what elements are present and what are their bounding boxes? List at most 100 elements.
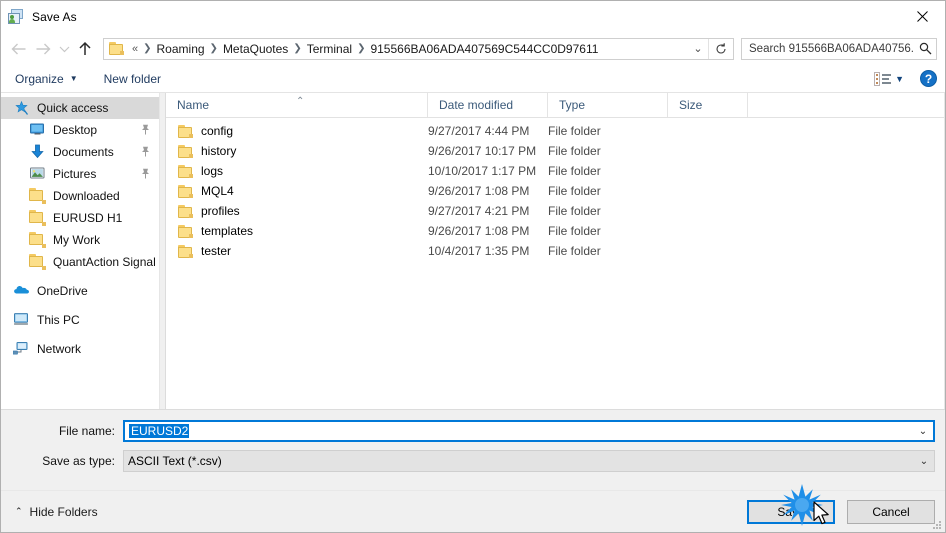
file-rows: config 9/27/2017 4:44 PM File folder his… — [166, 118, 944, 409]
sort-ascending-icon: ⌃ — [296, 96, 305, 107]
save-as-app-icon — [8, 8, 24, 25]
sidebar-item-my-work[interactable]: My Work — [1, 229, 159, 251]
refresh-icon[interactable] — [708, 38, 733, 59]
sidebar-item-label: Pictures — [53, 167, 97, 181]
sidebar-item-this-pc[interactable]: This PC — [1, 309, 159, 331]
breadcrumb-metaquotes[interactable]: MetaQuotes — [220, 42, 291, 56]
file-list-pane: Name ⌃ Date modified Type Size config 9/… — [166, 93, 945, 409]
folder-icon — [29, 210, 46, 226]
onedrive-cloud-icon — [13, 283, 30, 299]
file-name-value-wrap[interactable]: EURUSD2 — [125, 424, 913, 438]
up-arrow-icon[interactable] — [73, 37, 97, 61]
folder-icon — [178, 164, 193, 178]
desktop-icon — [29, 122, 46, 138]
organize-button[interactable]: Organize ▼ — [15, 72, 78, 86]
pane-splitter[interactable] — [159, 93, 166, 409]
back-arrow-icon[interactable] — [7, 37, 31, 61]
sidebar-item-label: This PC — [37, 313, 80, 327]
sidebar-item-label: Quick access — [37, 101, 109, 115]
file-date-modified: 9/26/2017 1:08 PM — [428, 184, 530, 198]
pin-icon[interactable] — [141, 146, 150, 160]
file-type: File folder — [548, 164, 601, 178]
sidebar-item-pictures[interactable]: Pictures — [1, 163, 159, 185]
folder-icon — [178, 204, 193, 218]
sidebar-item-label: Downloaded — [53, 189, 120, 203]
close-icon[interactable] — [899, 1, 945, 31]
navigation-pane: Quick access Desktop Documents Pictures … — [1, 93, 159, 409]
file-name-input[interactable]: EURUSD2 ⌄ — [123, 420, 935, 442]
recent-locations-chevron-icon[interactable] — [55, 37, 73, 61]
pictures-icon — [29, 166, 46, 182]
address-bar[interactable]: « ❯ Roaming ❯ MetaQuotes ❯ Terminal ❯ 91… — [103, 37, 734, 60]
column-header-date-modified[interactable]: Date modified — [428, 93, 548, 117]
forward-arrow-icon[interactable] — [31, 37, 55, 61]
breadcrumb-current-folder[interactable]: 915566BA06ADA407569C544CC0D97611 — [367, 42, 601, 56]
chevron-down-icon: ▼ — [69, 74, 78, 83]
hide-folders-label: Hide Folders — [29, 504, 98, 519]
sidebar-item-onedrive[interactable]: OneDrive — [1, 280, 159, 302]
sidebar-item-documents[interactable]: Documents — [1, 141, 159, 163]
chevron-down-icon[interactable]: ⌄ — [914, 456, 934, 467]
save-as-type-value: ASCII Text (*.csv) — [128, 454, 222, 468]
table-row[interactable]: logs 10/10/2017 1:17 PM File folder — [166, 161, 944, 181]
sidebar-item-quick-access[interactable]: Quick access — [1, 97, 159, 119]
pin-icon[interactable] — [141, 168, 150, 182]
file-type: File folder — [548, 124, 601, 138]
dialog-buttons: Save Cancel — [747, 499, 935, 524]
change-view-icon[interactable] — [874, 71, 892, 86]
file-date-modified: 9/26/2017 10:17 PM — [428, 144, 537, 158]
folder-icon — [178, 144, 193, 158]
breadcrumb-separator: ❯ — [357, 43, 366, 54]
sidebar-item-eurusd-h1[interactable]: EURUSD H1 — [1, 207, 159, 229]
column-header-row: Name ⌃ Date modified Type Size — [166, 93, 944, 118]
table-row[interactable]: templates 9/26/2017 1:08 PM File folder — [166, 221, 944, 241]
table-row[interactable]: profiles 9/27/2017 4:21 PM File folder — [166, 201, 944, 221]
column-header-type[interactable]: Type — [548, 93, 668, 117]
table-row[interactable]: MQL4 9/26/2017 1:08 PM File folder — [166, 181, 944, 201]
save-as-dialog: Save As « ❯ Roaming ❯ MetaQuotes ❯ Termi… — [0, 0, 946, 533]
new-folder-button[interactable]: New folder — [104, 72, 161, 86]
file-date-modified: 9/27/2017 4:44 PM — [428, 124, 530, 138]
file-name: templates — [201, 224, 254, 238]
save-button[interactable]: Save — [747, 499, 835, 524]
sidebar-item-label: EURUSD H1 — [53, 211, 123, 225]
file-type: File folder — [548, 144, 601, 158]
pin-icon[interactable] — [141, 124, 150, 138]
file-type: File folder — [548, 184, 601, 198]
table-row[interactable]: config 9/27/2017 4:44 PM File folder — [166, 121, 944, 141]
file-type: File folder — [548, 204, 601, 218]
sidebar-item-quantaction-signal[interactable]: QuantAction Signal — [1, 251, 159, 273]
breadcrumb-overflow[interactable]: « — [129, 43, 141, 55]
chevron-down-icon[interactable]: ⌄ — [688, 42, 708, 55]
chevron-down-icon[interactable]: ⌄ — [913, 426, 933, 437]
breadcrumb-terminal[interactable]: Terminal — [304, 42, 355, 56]
breadcrumb-roaming[interactable]: Roaming — [154, 42, 208, 56]
breadcrumb-separator: ❯ — [209, 43, 218, 54]
window-title: Save As — [32, 9, 77, 24]
command-bar-right: ▼ ? — [874, 70, 937, 87]
column-header-name[interactable]: Name ⌃ — [166, 93, 428, 117]
sidebar-item-desktop[interactable]: Desktop — [1, 119, 159, 141]
folder-icon — [109, 42, 124, 55]
search-input[interactable]: Search 915566BA06ADA40756... — [742, 43, 914, 55]
documents-download-icon — [29, 144, 46, 160]
command-bar: Organize ▼ New folder ▼ ? — [1, 65, 945, 93]
sidebar-item-label: Network — [37, 342, 82, 356]
sidebar-item-network[interactable]: Network — [1, 338, 159, 360]
table-row[interactable]: history 9/26/2017 10:17 PM File folder — [166, 141, 944, 161]
help-icon[interactable]: ? — [920, 70, 937, 87]
cancel-button[interactable]: Cancel — [847, 499, 935, 524]
search-box[interactable]: Search 915566BA06ADA40756... — [741, 37, 937, 60]
main-content: Quick access Desktop Documents Pictures … — [1, 93, 945, 409]
this-pc-icon — [13, 312, 30, 328]
view-chevron-down-icon[interactable]: ▼ — [895, 74, 904, 84]
sidebar-item-downloaded[interactable]: Downloaded — [1, 185, 159, 207]
save-as-type-select[interactable]: ASCII Text (*.csv) ⌄ — [123, 450, 935, 472]
resize-grip[interactable] — [932, 520, 942, 530]
column-header-size[interactable]: Size — [668, 93, 748, 117]
folder-icon — [29, 188, 46, 204]
file-name-label: File name: — [58, 424, 115, 438]
table-row[interactable]: tester 10/4/2017 1:35 PM File folder — [166, 241, 944, 261]
file-name: config — [201, 124, 234, 138]
hide-folders-button[interactable]: ⌃ Hide Folders — [15, 505, 98, 519]
